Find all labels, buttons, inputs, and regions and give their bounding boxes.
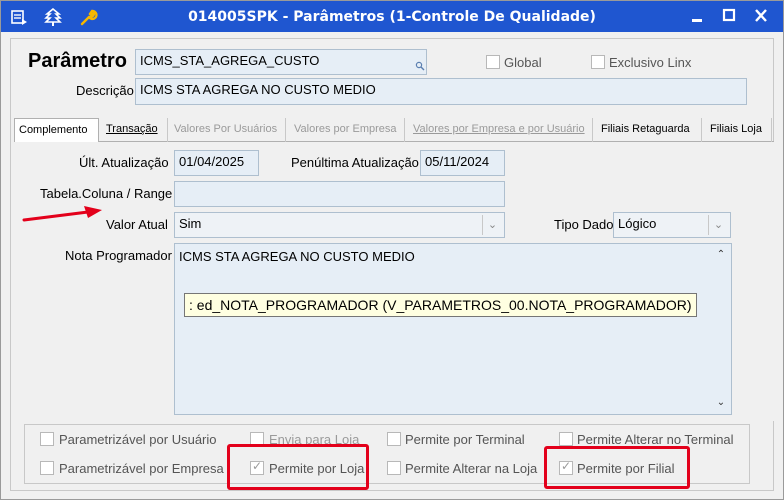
- tab-filiais-loja[interactable]: Filiais Loja: [706, 118, 772, 142]
- tabela-coluna-field[interactable]: [174, 181, 505, 207]
- nota-programador-label: Nota Programador: [65, 248, 172, 263]
- scroll-up-icon[interactable]: ⌃: [711, 246, 731, 264]
- penultima-value: 05/11/2024: [425, 154, 490, 169]
- tab-complemento[interactable]: Complemento: [14, 118, 99, 143]
- tab-filiais-retaguarda[interactable]: Filiais Retaguarda: [597, 118, 702, 142]
- nota-programador-value: ICMS STA AGREGA NO CUSTO MEDIO: [179, 249, 415, 264]
- parametro-value: ICMS_STA_AGREGA_CUSTO: [140, 53, 320, 68]
- chevron-down-icon[interactable]: ⌄: [708, 215, 728, 235]
- parametro-field[interactable]: ICMS_STA_AGREGA_CUSTO: [135, 49, 427, 75]
- tab-valores-por-empresa[interactable]: Valores por Empresa: [290, 118, 405, 142]
- tab-valores-por-empresa-e-usuario[interactable]: Valores por Empresa e por Usuário: [409, 118, 593, 142]
- tipo-dado-select[interactable]: Lógico ⌄: [613, 212, 731, 238]
- descricao-label: Descrição: [76, 83, 134, 98]
- parametro-label: Parâmetro: [28, 50, 127, 72]
- title-bar: 014005SPK - Parâmetros (1-Controle De Qu…: [1, 1, 783, 32]
- permite-terminal-checkbox[interactable]: [387, 432, 401, 446]
- annotation-arrow-icon: [22, 205, 104, 228]
- parametrizavel-empresa-checkbox[interactable]: [40, 461, 54, 475]
- penultima-label: Penúltima Atualização: [291, 155, 419, 170]
- penultima-field[interactable]: 05/11/2024: [420, 150, 505, 176]
- tab-valores-por-usuarios[interactable]: Valores Por Usuários: [170, 118, 286, 142]
- exclusivo-linx-label: Exclusivo Linx: [609, 55, 692, 70]
- minimize-icon[interactable]: [685, 5, 709, 27]
- scroll-down-icon[interactable]: ⌄: [711, 394, 731, 412]
- tab-strip: Complemento Transação Valores Por Usuári…: [14, 118, 774, 143]
- valor-atual-select[interactable]: Sim ⌄: [174, 212, 505, 238]
- valor-atual-label: Valor Atual: [106, 217, 168, 232]
- nota-scrollbar[interactable]: ⌃ ⌄: [711, 244, 731, 414]
- highlight-permite-filial: [544, 446, 690, 489]
- search-icon[interactable]: [415, 59, 425, 74]
- exclusivo-linx-checkbox[interactable]: [591, 55, 605, 69]
- parametrizavel-usuario-label: Parametrizável por Usuário: [59, 432, 217, 447]
- nota-programador-textarea[interactable]: ICMS STA AGREGA NO CUSTO MEDIO ⌃ ⌄: [174, 243, 732, 415]
- permite-alterar-loja-checkbox[interactable]: [387, 461, 401, 475]
- chevron-down-icon[interactable]: ⌄: [482, 215, 502, 235]
- highlight-permite-loja: [227, 444, 369, 490]
- permite-alterar-terminal-label: Permite Alterar no Terminal: [577, 432, 734, 447]
- global-checkbox[interactable]: [486, 55, 500, 69]
- permite-terminal-label: Permite por Terminal: [405, 432, 525, 447]
- parametrizavel-empresa-label: Parametrizável por Empresa: [59, 461, 224, 476]
- valor-atual-value: Sim: [179, 216, 202, 231]
- ult-atualizacao-label: Últ. Atualização: [79, 155, 169, 170]
- descricao-value: ICMS STA AGREGA NO CUSTO MEDIO: [140, 82, 376, 97]
- global-label: Global: [504, 55, 542, 70]
- permite-alterar-loja-label: Permite Alterar na Loja: [405, 461, 538, 476]
- tab-transacao[interactable]: Transação: [102, 118, 168, 142]
- field-tooltip: : ed_NOTA_PROGRAMADOR (V_PARAMETROS_00.N…: [184, 293, 697, 317]
- ult-atualizacao-field[interactable]: 01/04/2025: [174, 150, 259, 176]
- ult-atualizacao-value: 01/04/2025: [179, 154, 245, 169]
- descricao-field[interactable]: ICMS STA AGREGA NO CUSTO MEDIO: [135, 78, 747, 105]
- parametrizavel-usuario-checkbox[interactable]: [40, 432, 54, 446]
- maximize-icon[interactable]: [717, 5, 741, 27]
- tipo-dado-label: Tipo Dado: [554, 217, 614, 232]
- permite-alterar-terminal-checkbox[interactable]: [559, 432, 573, 446]
- parameters-window: 014005SPK - Parâmetros (1-Controle De Qu…: [0, 0, 784, 500]
- close-icon[interactable]: [749, 5, 773, 27]
- tabela-coluna-label: Tabela.Coluna / Range: [40, 186, 173, 201]
- tipo-dado-value: Lógico: [618, 216, 657, 231]
- window-title: 014005SPK - Parâmetros (1-Controle De Qu…: [188, 9, 596, 25]
